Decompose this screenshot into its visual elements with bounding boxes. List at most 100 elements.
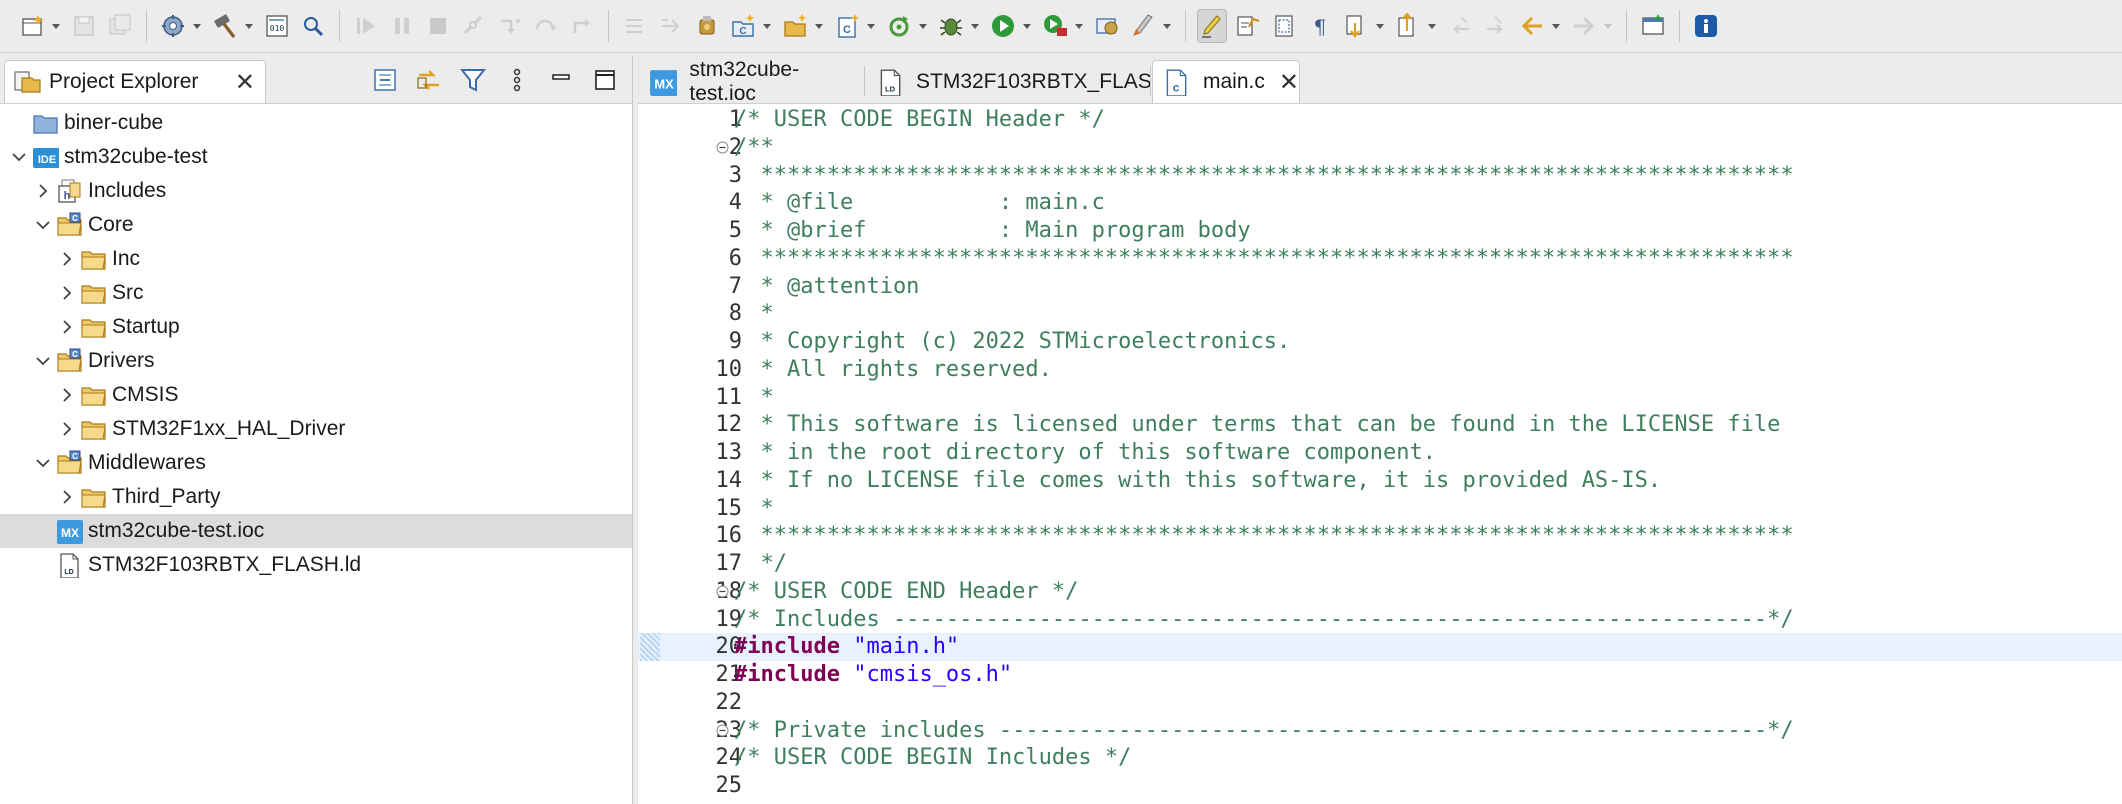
show-whitespace-icon[interactable]: ¶ <box>1305 9 1335 43</box>
run-external-icon[interactable] <box>1040 9 1070 43</box>
new-folder-icon[interactable] <box>780 9 810 43</box>
step-into-icon[interactable] <box>495 9 525 43</box>
launch-icon[interactable] <box>1128 9 1158 43</box>
code-editor[interactable]: 1/* USER CODE BEGIN Header */2/** 3 *****… <box>638 104 2122 804</box>
disconnect-icon[interactable] <box>459 9 489 43</box>
open-console-icon[interactable] <box>1638 9 1668 43</box>
forward-arrow-icon[interactable] <box>1569 9 1599 43</box>
dropdown-arrow-icon[interactable] <box>50 9 62 43</box>
new-icon[interactable] <box>17 9 47 43</box>
tree-item[interactable]: C Middlewares <box>0 446 632 480</box>
terminate-icon[interactable] <box>423 9 453 43</box>
close-icon[interactable]: ✕ <box>1279 68 1299 97</box>
dropdown-arrow-icon[interactable] <box>813 9 825 43</box>
dropdown-arrow-icon[interactable] <box>865 9 877 43</box>
dropdown-arrow-icon[interactable] <box>1374 9 1386 43</box>
chevron-right-icon[interactable] <box>56 282 78 304</box>
last-edit-forward-icon[interactable] <box>1481 9 1511 43</box>
chevron-right-icon[interactable] <box>56 248 78 270</box>
run-icon[interactable] <box>988 9 1018 43</box>
highlight-pen-icon[interactable] <box>1197 9 1227 43</box>
debug-bug-icon[interactable] <box>936 9 966 43</box>
dropdown-arrow-icon[interactable] <box>1021 9 1033 43</box>
dropdown-arrow-icon[interactable] <box>917 9 929 43</box>
tab-project-explorer[interactable]: Project Explorer ✕ <box>4 60 266 103</box>
toggle-breadcrumb-icon[interactable] <box>1233 9 1263 43</box>
tree-item[interactable]: C Core <box>0 208 632 242</box>
dropdown-arrow-icon[interactable] <box>191 9 203 43</box>
info-icon[interactable] <box>1691 9 1721 43</box>
tree-item[interactable]: IDE stm32cube-test <box>0 140 632 174</box>
collapse-all-icon[interactable] <box>368 62 402 98</box>
fold-toggle-icon[interactable] <box>716 141 729 154</box>
device-config-icon[interactable] <box>158 9 188 43</box>
memory-chip-icon[interactable] <box>692 9 722 43</box>
filter-icon[interactable] <box>456 62 490 98</box>
tree-item[interactable]: Third_Party <box>0 480 632 514</box>
tree-item[interactable]: MX stm32cube-test.ioc <box>0 514 632 548</box>
binary-010-icon[interactable]: 010 <box>262 9 292 43</box>
resume-icon[interactable] <box>351 9 381 43</box>
chevron-down-icon[interactable] <box>32 350 54 372</box>
build-hammer-icon[interactable] <box>210 9 240 43</box>
minimize-icon[interactable] <box>544 62 578 98</box>
tree-item[interactable]: Src <box>0 276 632 310</box>
next-annotation-icon[interactable] <box>1341 9 1371 43</box>
back-arrow-icon[interactable] <box>1517 9 1547 43</box>
instruction-step-icon[interactable] <box>620 9 650 43</box>
refresh-icon[interactable] <box>884 9 914 43</box>
editor-tab[interactable]: LD STM32F103RBTX_FLASH.ld <box>868 60 1189 103</box>
chevron-right-icon[interactable] <box>32 180 54 202</box>
save-all-icon[interactable] <box>105 9 135 43</box>
dropdown-arrow-icon[interactable] <box>761 9 773 43</box>
code-line: 3 **************************************… <box>638 162 2122 190</box>
previous-annotation-icon[interactable] <box>1393 9 1423 43</box>
tree-item[interactable]: Inc <box>0 242 632 276</box>
chevron-right-icon[interactable] <box>56 316 78 338</box>
save-icon[interactable] <box>69 9 99 43</box>
editor-tab[interactable]: c main.c ✕ <box>1152 60 1300 103</box>
block-selection-icon[interactable] <box>1269 9 1299 43</box>
dropdown-arrow-icon[interactable] <box>1073 9 1085 43</box>
code-token: * This software is licensed under terms … <box>734 412 1781 438</box>
chevron-right-icon[interactable] <box>56 418 78 440</box>
tree-item[interactable]: CMSIS <box>0 378 632 412</box>
tree-item[interactable]: Startup <box>0 310 632 344</box>
chevron-down-icon[interactable] <box>32 452 54 474</box>
chevron-down-icon[interactable] <box>8 146 30 168</box>
view-menu-icon[interactable] <box>500 62 534 98</box>
tree-item[interactable]: LD STM32F103RBTX_FLASH.ld <box>0 548 632 582</box>
suspend-icon[interactable] <box>387 9 417 43</box>
last-edit-back-icon[interactable] <box>1445 9 1475 43</box>
maximize-icon[interactable] <box>588 62 622 98</box>
dropdown-arrow-icon[interactable] <box>243 9 255 43</box>
fold-toggle-icon[interactable] <box>716 585 729 598</box>
fold-toggle-icon[interactable] <box>716 724 729 737</box>
chevron-right-icon[interactable] <box>56 384 78 406</box>
dropdown-arrow-icon[interactable] <box>969 9 981 43</box>
dropdown-arrow-icon[interactable] <box>1426 9 1438 43</box>
dropdown-arrow-icon[interactable] <box>1161 9 1173 43</box>
dropdown-arrow-icon[interactable] <box>1602 9 1614 43</box>
editor-tab[interactable]: MX stm32cube-test.ioc <box>640 58 862 105</box>
link-with-editor-icon[interactable] <box>412 62 446 98</box>
tree-item[interactable]: STM32F1xx_HAL_Driver <box>0 412 632 446</box>
tree-item[interactable]: h Includes <box>0 174 632 208</box>
close-icon[interactable]: ✕ <box>235 68 255 97</box>
line-number: 7 <box>728 273 742 299</box>
chevron-down-icon[interactable] <box>32 214 54 236</box>
tree-item[interactable]: biner-cube <box>0 106 632 140</box>
open-perspective-icon[interactable] <box>1092 9 1122 43</box>
dropdown-arrow-icon[interactable] <box>1550 9 1562 43</box>
search-icon[interactable] <box>298 9 328 43</box>
svg-text:LD: LD <box>64 569 73 576</box>
use-step-filters-icon[interactable] <box>656 9 686 43</box>
new-c-project-icon[interactable]: C <box>728 9 758 43</box>
chevron-right-icon[interactable] <box>56 486 78 508</box>
new-c-file-icon[interactable]: C <box>832 9 862 43</box>
step-over-icon[interactable] <box>531 9 561 43</box>
tree-item[interactable]: C Drivers <box>0 344 632 378</box>
step-return-icon[interactable] <box>567 9 597 43</box>
code-token: * <box>734 384 774 410</box>
